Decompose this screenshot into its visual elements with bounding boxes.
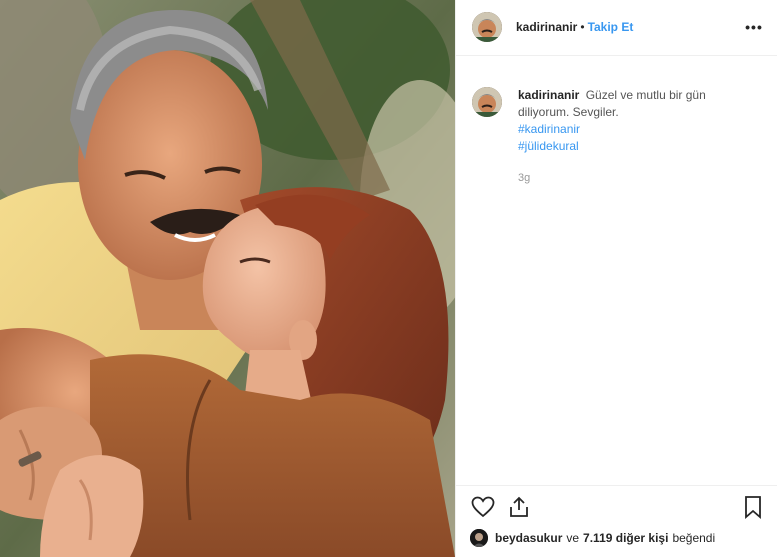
other-likers-count[interactable]: 7.119 diğer kişi	[583, 531, 668, 545]
post-actions	[456, 485, 777, 526]
liker-avatar[interactable]	[470, 529, 488, 547]
post-side-panel: kadirinanir • Takip Et ••• kadirinanir Güz…	[455, 0, 777, 557]
avatar-face-icon	[470, 529, 488, 547]
likes-summary: beydasukur ve 7.119 diğer kişi beğendi	[470, 529, 719, 547]
first-liker-username[interactable]: beydasukur	[495, 531, 562, 545]
author-avatar[interactable]	[472, 12, 502, 42]
caption-avatar[interactable]	[472, 87, 502, 117]
hashtag-link[interactable]: #jülidekural	[518, 138, 743, 155]
avatar-face-icon	[472, 87, 502, 117]
bookmark-icon[interactable]	[740, 494, 766, 520]
likes-suffix: beğendi	[672, 531, 716, 545]
likes-connector: ve	[566, 531, 580, 545]
couple-photo-illustration	[0, 0, 455, 557]
instagram-post: kadirinanir • Takip Et ••• kadirinanir Güz…	[0, 0, 777, 557]
post-caption: kadirinanir Güzel ve mutlu bir gün diliy…	[518, 87, 743, 155]
share-icon[interactable]	[506, 494, 532, 520]
hashtag-link[interactable]: #kadirinanir	[518, 121, 743, 138]
post-photo[interactable]	[0, 0, 455, 557]
caption-username[interactable]: kadirinanir	[518, 88, 579, 102]
post-header: kadirinanir • Takip Et •••	[456, 0, 777, 56]
post-time[interactable]: 3g	[518, 172, 530, 184]
more-options-icon[interactable]: •••	[744, 17, 764, 37]
heart-icon[interactable]	[470, 494, 496, 520]
follow-button[interactable]: Takip Et	[588, 20, 634, 34]
avatar-face-icon	[472, 12, 502, 42]
header-text: kadirinanir • Takip Et	[516, 20, 633, 34]
header-separator: •	[580, 20, 585, 34]
author-username[interactable]: kadirinanir	[516, 20, 577, 34]
